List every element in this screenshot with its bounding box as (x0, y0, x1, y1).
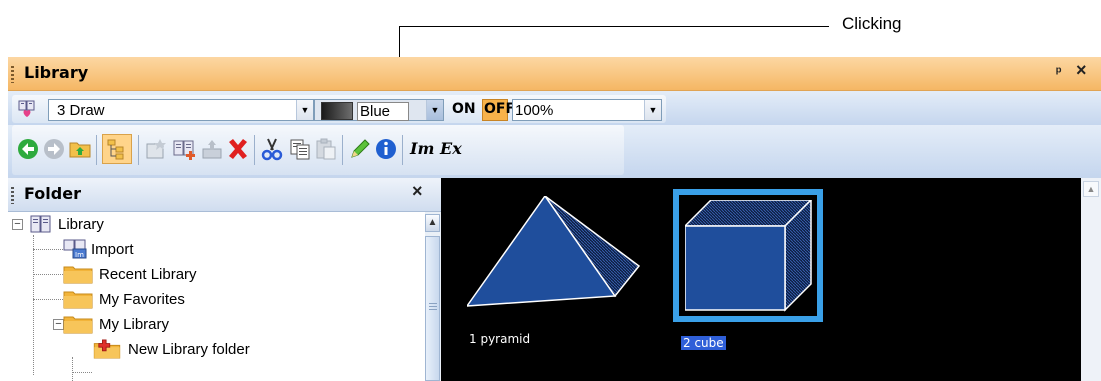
thumbnail-cube[interactable] (685, 200, 813, 312)
new-folder-icon[interactable] (144, 137, 168, 161)
library-thumbnails: 1 pyramid 2 cube (441, 178, 1081, 381)
chevron-down-icon[interactable]: ▼ (426, 100, 443, 120)
close-icon[interactable]: × (412, 181, 423, 202)
tree-item-my-library[interactable]: My Library (63, 312, 169, 336)
tree-line (72, 357, 74, 381)
tree-item-recent-library[interactable]: Recent Library (63, 262, 197, 286)
library-select-value: 3 Draw (57, 102, 105, 119)
forward-icon[interactable] (42, 137, 66, 161)
paste-icon[interactable] (314, 137, 338, 161)
color-select[interactable]: Blue ▼ (314, 99, 444, 121)
scroll-up-icon[interactable]: ▲ (1083, 181, 1099, 197)
folder-icon (63, 316, 93, 334)
export-file-button[interactable]: Ex (440, 139, 462, 158)
tree-item-label: Recent Library (99, 265, 197, 283)
back-icon[interactable] (16, 137, 40, 161)
folder-panel-grip[interactable] (11, 187, 14, 204)
chevron-down-icon[interactable]: ▼ (644, 100, 661, 120)
new-library-icon[interactable] (172, 137, 196, 161)
tree-line (72, 372, 92, 374)
scrollbar-thumb[interactable] (425, 236, 440, 381)
folder-panel-title: Folder (24, 184, 81, 203)
library-titlebar: Library ᵖ × (8, 57, 1101, 91)
off-toggle[interactable]: OFF (484, 101, 515, 117)
tree-item-label: Import (91, 240, 134, 258)
import-library-icon: Im (63, 239, 87, 259)
scroll-up-icon[interactable]: ▲ (425, 214, 440, 232)
library-books-icon (30, 215, 51, 233)
folder-icon (63, 266, 93, 284)
tree-line (33, 249, 63, 251)
thumbnail-label[interactable]: 1 pyramid (467, 332, 532, 346)
toolbar-top: 3 Draw ▼ Blue ▼ ON OFF 100% ▼ (8, 91, 1101, 125)
toolbar-separator (342, 135, 343, 165)
cut-icon[interactable] (260, 137, 284, 161)
tree-item-library[interactable]: Library (30, 212, 104, 236)
chevron-down-icon[interactable]: ▼ (296, 100, 313, 120)
import-icon[interactable] (200, 137, 224, 161)
new-folder-icon (93, 339, 121, 359)
tree-line (33, 235, 35, 375)
tree-item-new-library-folder[interactable]: New Library folder (92, 337, 250, 361)
tree-item-import[interactable]: Im Import (63, 237, 134, 261)
tree-line (33, 299, 63, 301)
edit-icon[interactable] (348, 137, 372, 161)
import-file-button[interactable]: Im (410, 139, 434, 158)
folder-tree-toggle-icon (107, 139, 124, 160)
close-icon[interactable]: × (1076, 60, 1087, 81)
toolbar-top-strip: 3 Draw ▼ Blue ▼ ON OFF 100% ▼ (12, 95, 666, 123)
copy-icon[interactable] (288, 137, 312, 161)
toolbar-separator (402, 135, 403, 165)
toolbar-separator (96, 135, 97, 165)
folder-panel-header: Folder × (8, 178, 441, 212)
folder-tree: − Library Im Import Recent Library My Fa… (8, 212, 425, 381)
thumbnail-pyramid[interactable] (467, 196, 643, 308)
tree-line (33, 274, 63, 276)
folder-icon (63, 291, 93, 309)
toolbar-actions: Im Ex (8, 125, 1101, 177)
titlebar-grip[interactable] (11, 66, 14, 83)
toolbar-actions-strip: Im Ex (12, 125, 624, 175)
library-select[interactable]: 3 Draw ▼ (48, 99, 314, 121)
tree-item-label: My Library (99, 315, 170, 333)
scrollbar-grip (429, 303, 437, 310)
zoom-select[interactable]: 100% ▼ (512, 99, 662, 121)
up-folder-icon[interactable] (68, 137, 92, 161)
window-title: Library (24, 63, 89, 82)
callout-label: Clicking (842, 14, 902, 33)
callout-leader-horizontal (399, 26, 829, 27)
thumbnail-label-selected[interactable]: 2 cube (681, 336, 726, 350)
thumbnails-scrollbar[interactable]: ▲ (1081, 178, 1101, 381)
folder-tree-toggle-button[interactable] (102, 134, 132, 164)
svg-text:Im: Im (75, 251, 84, 259)
color-select-value: Blue (357, 102, 410, 121)
color-swatch (321, 102, 353, 120)
on-toggle[interactable]: ON (452, 101, 476, 117)
pin-icon[interactable]: ᵖ (1056, 63, 1061, 79)
folder-tree-scrollbar[interactable]: ▲ (425, 212, 441, 381)
tree-item-my-favorites[interactable]: My Favorites (63, 287, 185, 311)
library-books-icon (18, 100, 35, 117)
zoom-select-value: 100% (515, 102, 554, 119)
properties-icon[interactable] (374, 137, 398, 161)
toolbar-separator (138, 135, 139, 165)
toolbar-separator (254, 135, 255, 165)
library-window: Library ᵖ × 3 Draw ▼ Blue ▼ ON OFF 100% … (8, 57, 1101, 381)
tree-item-label: My Favorites (99, 290, 185, 308)
tree-item-label: New Library folder (128, 340, 250, 358)
tree-item-label: Library (58, 215, 104, 233)
tree-expander[interactable]: − (12, 219, 23, 230)
delete-icon[interactable] (226, 137, 250, 161)
